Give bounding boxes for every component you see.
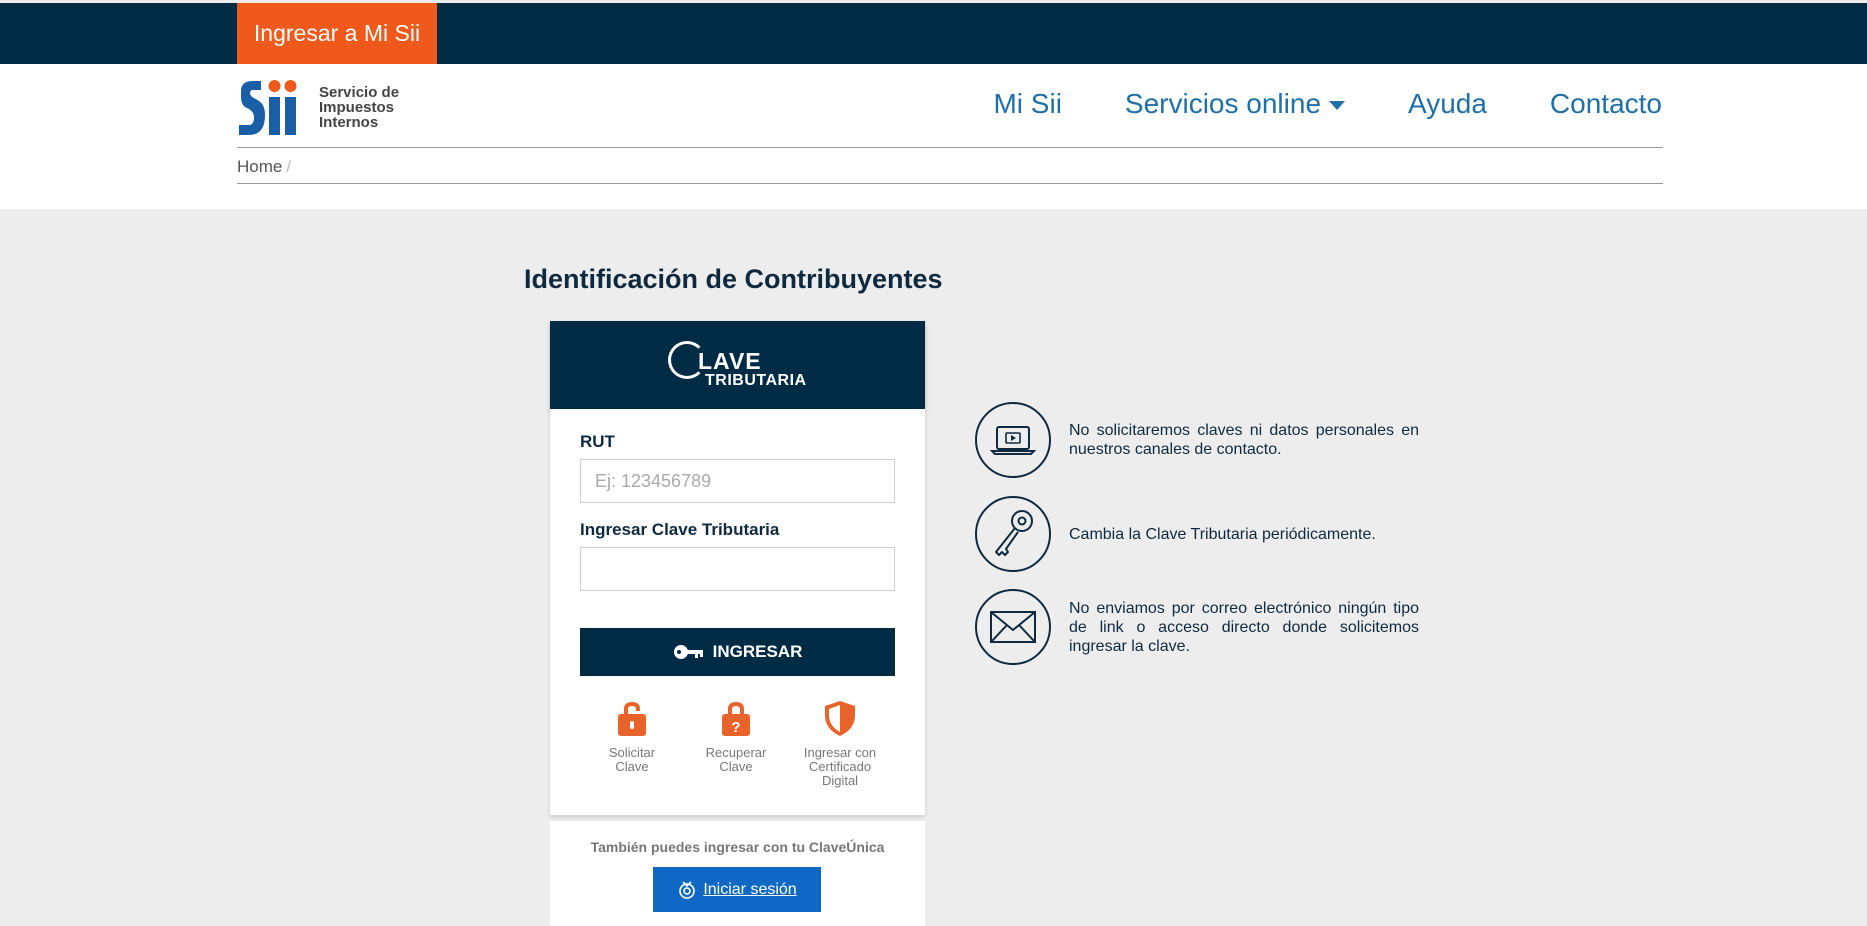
top-bar: Ingresar a Mi Sii (0, 3, 1867, 64)
sii-logo-mark (237, 77, 317, 137)
claveunica-card: También puedes ingresar con tu ClaveÚnic… (550, 821, 925, 926)
nav-label: Ayuda (1408, 88, 1487, 119)
shield-icon (825, 701, 855, 736)
key-icon (975, 496, 1051, 572)
key-icon (673, 645, 703, 659)
lock-icon (618, 702, 646, 736)
main-nav: Mi Sii Servicios online Ayuda Contacto (930, 84, 1662, 124)
claveunica-icon (679, 880, 696, 899)
iniciar-sesion-label: Iniciar sesión (703, 880, 797, 898)
nav-label: Mi Sii (993, 88, 1062, 119)
tip-no-enviamos-correo: No enviamos por correo electrónico ningú… (975, 589, 1420, 665)
breadcrumb-home[interactable]: Home (237, 157, 282, 176)
solicitar-clave-link[interactable]: Solicitar Clave (587, 699, 677, 774)
tip-text: Cambia la Clave Tributaria periódicament… (1069, 525, 1376, 543)
clave-label: Ingresar Clave Tributaria (580, 520, 780, 539)
clave-input[interactable] (580, 547, 895, 591)
certificado-digital-link[interactable]: Ingresar con Certificado Digital (795, 699, 885, 788)
nav-item-mi-sii[interactable]: Mi Sii (993, 88, 1061, 120)
nav-label: Contacto (1549, 88, 1662, 119)
iniciar-sesion-claveunica-button[interactable]: Iniciar sesión (653, 867, 821, 912)
page-title: Identificación de Contribuyentes (524, 264, 943, 294)
envelope-icon (975, 589, 1051, 665)
logo-line-2: Impuestos (319, 98, 395, 116)
logo-line-3: Internos (319, 113, 379, 131)
breadcrumb: Home / (237, 157, 291, 177)
svg-text:?: ? (731, 719, 740, 736)
nav-item-contacto[interactable]: Contacto (1550, 88, 1662, 120)
lock-question-icon: ? (722, 702, 750, 736)
divider (237, 147, 1663, 148)
logo-line-1: Servicio de (319, 83, 400, 101)
rut-input[interactable] (580, 459, 895, 503)
claveunica-text: También puedes ingresar con tu ClaveÚnic… (590, 839, 885, 855)
nav-label: Servicios online (1124, 88, 1322, 119)
sii-logo[interactable]: Servicio de Impuestos Internos (237, 77, 407, 137)
caret-down-icon (1329, 100, 1346, 110)
tip-text: No solicitaremos claves ni datos persona… (1069, 422, 1419, 458)
clave-logo-sub: TRIBUTARIA (705, 372, 807, 389)
divider (237, 183, 1663, 184)
laptop-icon (975, 402, 1051, 478)
ingresar-label: INGRESAR (712, 642, 803, 661)
ingresar-button[interactable]: INGRESAR (580, 628, 895, 676)
tip-text: No enviamos por correo electrónico ningú… (1069, 599, 1419, 655)
breadcrumb-separator: / (286, 157, 292, 176)
sii-logo-text: Servicio de Impuestos Internos (319, 85, 399, 130)
option-label: Ingresar con Certificado Digital (803, 745, 877, 788)
option-label: Recuperar Clave (705, 745, 767, 774)
nav-item-ayuda[interactable]: Ayuda (1408, 88, 1487, 120)
rut-label: RUT (580, 432, 615, 451)
clave-tributaria-header: LAVE TRIBUTARIA (550, 321, 925, 409)
nav-item-servicios-online[interactable]: Servicios online (1124, 88, 1346, 120)
tip-cambia-clave: Cambia la Clave Tributaria periódicament… (975, 496, 1420, 572)
option-label: Solicitar Clave (608, 745, 656, 774)
tip-no-solicitamos: No solicitaremos claves ni datos persona… (975, 402, 1420, 478)
ingresar-mi-sii-button[interactable]: Ingresar a Mi Sii (237, 3, 437, 64)
recuperar-clave-link[interactable]: ? Recuperar Clave (691, 699, 781, 774)
clave-logo-word: LAVE (698, 348, 762, 374)
login-card: RUT Ingresar Clave Tributaria INGRESAR S… (550, 409, 925, 815)
